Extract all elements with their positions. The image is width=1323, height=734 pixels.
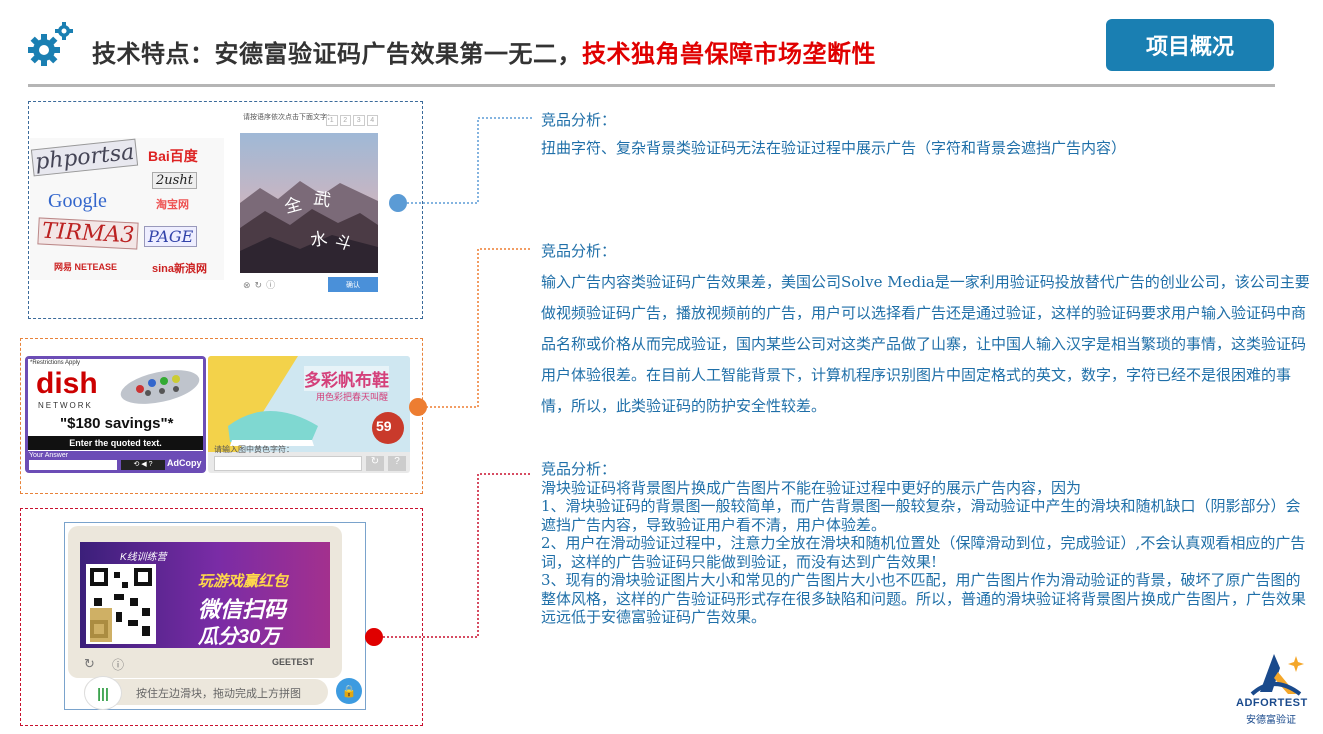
- info-icon[interactable]: ⓘ: [266, 280, 279, 290]
- audio-refresh-controls[interactable]: ⟲ ◀ ?: [121, 460, 165, 470]
- taobao-logo: 淘宝网: [156, 199, 189, 211]
- restriction-note: *Restrictions Apply: [30, 360, 81, 366]
- sina-logo: sina新浪网: [152, 263, 208, 275]
- captcha-sample: TIRMA3: [37, 217, 139, 250]
- input-prompt: 请输入图中黄色字符：: [214, 445, 294, 454]
- adcopy-logo: AdCopy: [167, 458, 202, 468]
- analysis-line: 3、现有的滑块验证图片大小和常见的广告图片大小也不匹配，用广告图片作为滑动验证的…: [541, 571, 1307, 626]
- click-captcha-image[interactable]: 全 武 水 斗: [240, 133, 378, 273]
- analysis-label: 竞品分析：: [541, 111, 617, 129]
- refresh-icon[interactable]: ↻: [366, 456, 384, 471]
- analysis-line: 1、滑块验证码的背景图一般较简单，而广告背景图一般较复杂，滑动验证中产生的滑块和…: [541, 497, 1301, 534]
- info-icon[interactable]: ⓘ: [112, 656, 124, 673]
- captcha-order-slots: 1 2 3 4: [326, 115, 378, 126]
- shoe-subline: 用色彩把春天叫醒: [316, 392, 389, 402]
- captcha-sample: PAGE: [144, 226, 198, 247]
- google-logo: Google: [48, 190, 107, 212]
- mountain-background: [240, 133, 378, 273]
- analysis-label: 竞品分析：: [541, 460, 617, 478]
- analysis-text-2: 竞品分析： 输入广告内容类验证码广告效果差，美国公司Solve Media是一家…: [541, 236, 1311, 422]
- help-icon[interactable]: ?: [388, 456, 406, 471]
- analysis-body: 输入广告内容类验证码广告效果差，美国公司Solve Media是一家利用验证码投…: [541, 273, 1310, 415]
- analysis-label: 竞品分析：: [541, 242, 617, 260]
- shoe-headline: 多彩帆布鞋: [304, 366, 389, 391]
- savings-text: "$180 savings"*: [60, 415, 174, 432]
- analysis-text-3: 竞品分析： 滑块验证码将背景图片换成广告图片不能在验证过程中更好的展示广告内容，…: [541, 460, 1311, 627]
- confirm-button[interactable]: 确认: [328, 277, 378, 292]
- order-slot: 4: [366, 115, 378, 126]
- captcha-hint: 请按语序依次点击下面文字：: [243, 114, 334, 121]
- baidu-logo: Bai百度: [148, 148, 198, 164]
- captcha-toolbar: ⊗↻ⓘ: [243, 278, 279, 291]
- instruction-bar: Enter the quoted text.: [28, 436, 203, 450]
- order-slot: 2: [339, 115, 351, 126]
- qr-code-image: [86, 564, 156, 644]
- geetest-logo: GEETEST: [272, 657, 315, 667]
- ad-line-1: 玩游戏赢红包: [198, 573, 289, 590]
- answer-input[interactable]: [29, 460, 117, 470]
- answer-label: Your Answer: [29, 452, 69, 459]
- remote-control-image: [120, 370, 200, 404]
- captcha-sample: phportsa: [30, 138, 139, 177]
- analysis-line: 2、用户在滑动验证过程中，注意力全放在滑块和随机位置处（保障滑动到位，完成验证）…: [541, 534, 1306, 571]
- order-slot: 1: [326, 115, 338, 126]
- shoe-price: 59: [376, 418, 392, 434]
- connector-dot-red: [365, 628, 383, 646]
- refresh-icon[interactable]: ↻: [255, 280, 267, 290]
- logo-name: ADFORTEST: [1236, 697, 1308, 709]
- analysis-line: 滑块验证码将背景图片换成广告图片不能在验证过程中更好的展示广告内容，因为: [541, 478, 1082, 497]
- dish-logo: dish: [36, 367, 98, 400]
- close-icon[interactable]: ⊗: [243, 280, 255, 290]
- distorted-captcha-collage: phportsa Bai百度 Google 2usht 淘宝网 TIRMA3 P…: [30, 138, 224, 280]
- refresh-icon[interactable]: ↻: [84, 656, 95, 672]
- slider-handle[interactable]: |||: [84, 676, 122, 710]
- analysis-text-1: 竞品分析： 扭曲字符、复杂背景类验证码无法在验证过程中展示广告（字符和背景会遮挡…: [541, 106, 1301, 162]
- captcha-sample: 2usht: [152, 172, 197, 189]
- slider-piece-shadow: [90, 608, 112, 642]
- connector-dot-orange: [409, 398, 427, 416]
- slider-instruction: 按住左边滑块，拖动完成上方拼图: [136, 688, 301, 700]
- captcha-char[interactable]: 水: [308, 224, 328, 251]
- order-slot: 3: [353, 115, 365, 126]
- dish-network-label: NETWORK: [38, 401, 93, 410]
- slider-ad-image: K线训练营 玩游戏赢红包 微信扫码 瓜分30万: [80, 542, 330, 648]
- lock-icon: 🔒: [336, 678, 362, 704]
- logo-subtitle: 安德富验证: [1246, 715, 1296, 726]
- shoe-ad-captcha: 多彩帆布鞋 用色彩把春天叫醒 59 请输入图中黄色字符： ↻ ?: [208, 356, 410, 473]
- ad-tag: K线训练营: [120, 552, 167, 563]
- ad-line-3: 瓜分30万: [198, 626, 281, 648]
- captcha-text-input[interactable]: [214, 456, 362, 471]
- netease-logo: 网易 NETEASE: [54, 262, 118, 272]
- dish-network-captcha: *Restrictions Apply dish NETWORK "$180 s…: [25, 356, 206, 473]
- analysis-body: 扭曲字符、复杂背景类验证码无法在验证过程中展示广告（字符和背景会遮挡广告内容）: [541, 139, 1127, 157]
- connector-dot-blue: [389, 194, 407, 212]
